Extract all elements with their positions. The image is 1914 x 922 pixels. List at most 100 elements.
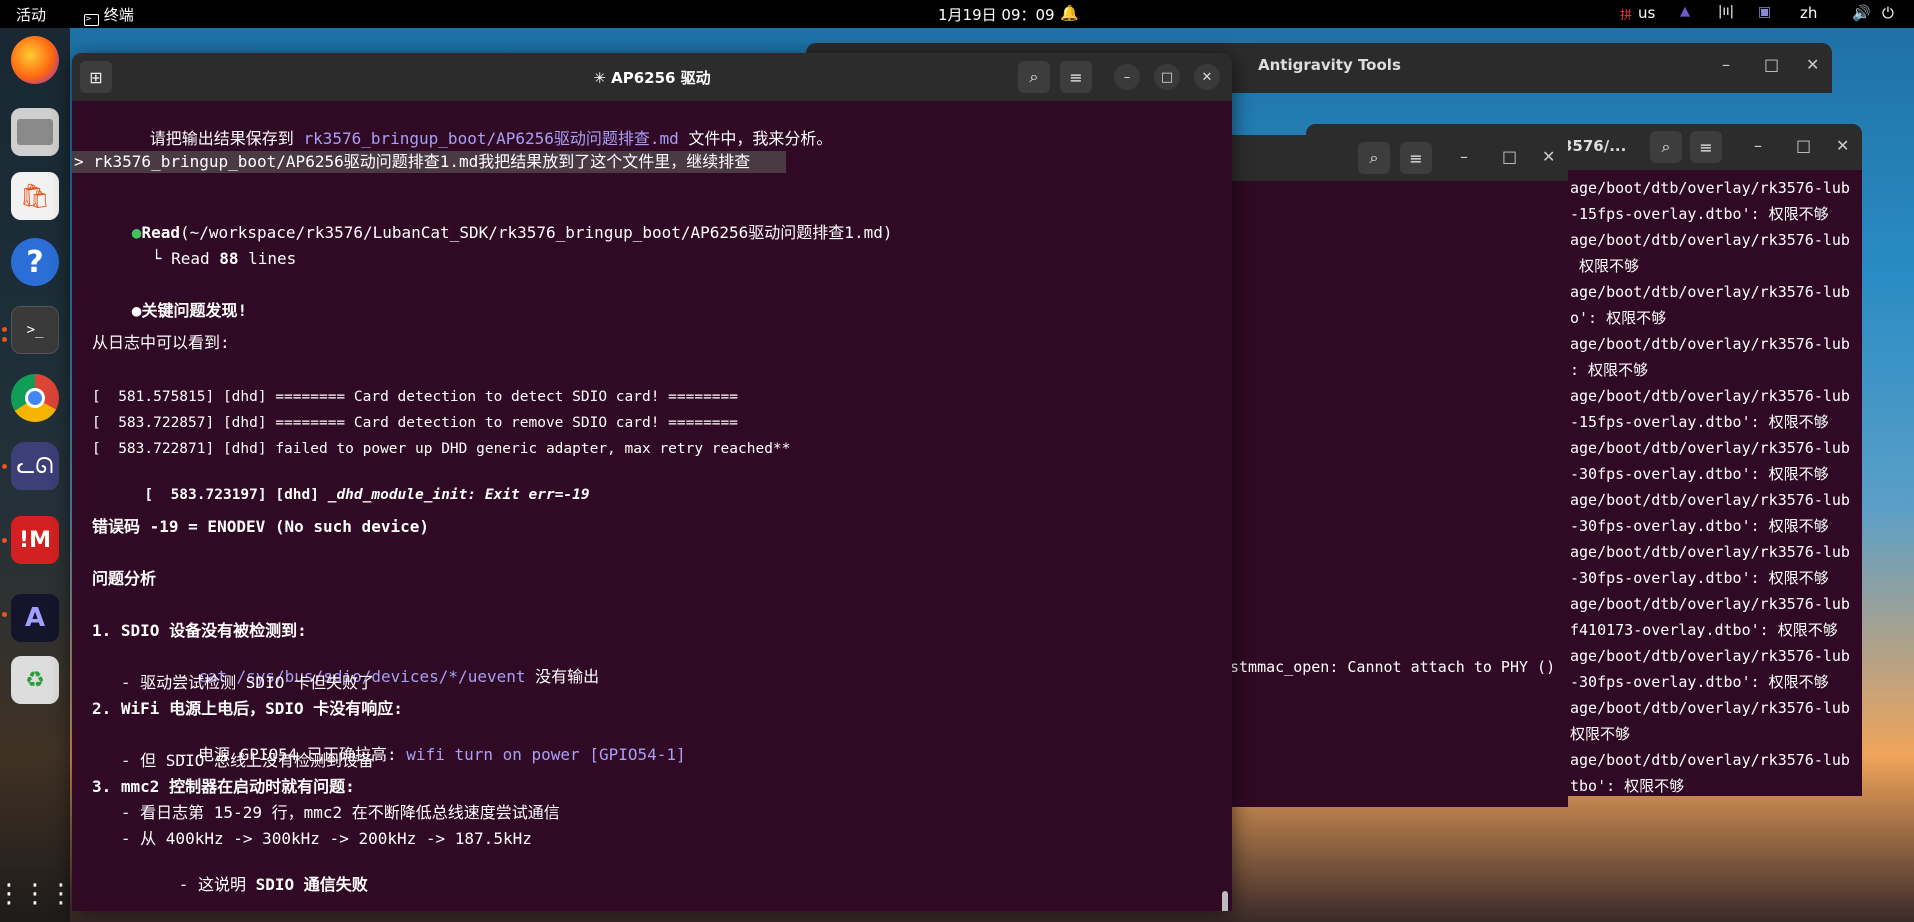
terminal-line: age/boot/dtb/overlay/rk3576-lub [1570, 543, 1850, 561]
window-title: Antigravity Tools [1258, 56, 1401, 74]
section-heading: 问题分析 [92, 569, 157, 588]
terminal-line: age/boot/dtb/overlay/rk3576-lub [1570, 387, 1850, 405]
terminal-line: 错误码 -19 = ENODEV (No such device) [92, 517, 429, 536]
log-snippet: wifi turn on power [GPIO54-1] [406, 745, 686, 764]
terminal-line: -30fps-overlay.dtbo': 权限不够 [1570, 569, 1829, 587]
terminal-line: 权限不够 [1570, 257, 1640, 275]
terminal-line: 3. mmc2 控制器在启动时就有问题: [92, 777, 355, 796]
window-title: ✳ AP6256 驱动 [593, 69, 711, 87]
system-monitor-icon[interactable]: |ıı| [1718, 4, 1734, 19]
search-icon[interactable]: ⌕ [1650, 131, 1682, 163]
text: 请把输出结果保存到 [149, 129, 304, 148]
software-store-icon[interactable]: 🛍 [11, 172, 59, 220]
terminal-app-icon[interactable]: >_ [11, 306, 59, 354]
text: lines [238, 249, 297, 268]
log-line: [ 583.722871] [dhd] failed to power up D… [92, 441, 791, 457]
terminal-line: 从日志中可以看到: [92, 333, 230, 352]
firefox-icon[interactable] [11, 36, 59, 84]
text: 没有输出 [525, 667, 600, 686]
close-icon[interactable]: ✕ [1194, 64, 1220, 90]
terminal-line: 2. WiFi 电源上电后，SDIO 卡没有响应: [92, 699, 403, 718]
line-count: 88 [219, 249, 239, 268]
maximize-icon[interactable]: □ [1796, 136, 1811, 155]
close-icon[interactable]: ✕ [1542, 147, 1555, 166]
terminal-line: ●关键问题发现! [74, 281, 247, 341]
terminal-line: 1. SDIO 设备没有被检测到: [92, 621, 307, 640]
app-menu[interactable]: > 终端 [84, 4, 134, 26]
volume-icon[interactable]: 🔊 [1852, 4, 1871, 22]
close-icon[interactable]: ✕ [1836, 136, 1849, 155]
menu-icon[interactable]: ≡ [1060, 61, 1092, 93]
clock[interactable]: 1月19日 09：09 [938, 4, 1055, 25]
window-title: 3576/... [1562, 137, 1627, 155]
maximize-icon[interactable]: □ [1502, 147, 1517, 166]
input-indicator-icon[interactable]: 拼 [1620, 6, 1632, 23]
terminal-line: age/boot/dtb/overlay/rk3576-lub [1570, 283, 1850, 301]
text: SDIO 通信失败 [255, 875, 368, 894]
search-icon[interactable]: ⌕ [1018, 61, 1050, 93]
maximize-icon[interactable]: □ [1764, 55, 1779, 74]
close-icon[interactable]: ✕ [1806, 55, 1819, 74]
trash-icon[interactable]: ♻ [11, 656, 59, 704]
terminal-line: age/boot/dtb/overlay/rk3576-lub [1570, 751, 1850, 769]
running-indicator [2, 337, 7, 342]
file-path: rk3576_bringup_boot/AP6256驱动问题排查.md [303, 129, 679, 148]
terminal-line: age/boot/dtb/overlay/rk3576-lub [1570, 647, 1850, 665]
terminal-line: stmmac_open: Cannot attach to PHY () [1230, 658, 1556, 676]
scrollbar-thumb[interactable] [1222, 891, 1228, 911]
minimize-icon[interactable]: – [1722, 55, 1730, 74]
top-bar: 活动 > 终端 1月19日 09：09 🔔 拼 us ▲ |ıı| ▣ zh 🔊… [0, 0, 1914, 28]
main-terminal-titlebar[interactable]: ⊞ ✳ AP6256 驱动 ⌕ ≡ – □ ✕ [72, 53, 1232, 101]
app-indicator-icon[interactable]: ▲ [1680, 4, 1690, 19]
terminal-line: -30fps-overlay.dtbo': 权限不够 [1570, 673, 1829, 691]
running-indicator [2, 538, 7, 543]
folder-shape [17, 119, 53, 145]
terminal-line: └ Read 88 lines [94, 229, 297, 289]
show-apps-icon[interactable]: ⋮⋮⋮ [0, 870, 74, 918]
minimize-icon[interactable]: – [1114, 64, 1140, 90]
minimize-icon[interactable]: – [1460, 147, 1468, 166]
search-icon[interactable]: ⌕ [1358, 142, 1390, 174]
terminal-line: age/boot/dtb/overlay/rk3576-lub [1570, 179, 1850, 197]
store-bag-shape: 🛍 [19, 182, 51, 210]
mail-app-icon[interactable]: !M [11, 516, 59, 564]
text: [ 583.723197] [dhd] [144, 487, 328, 503]
terminal-line: age/boot/dtb/overlay/rk3576-lub [1570, 595, 1850, 613]
help-icon[interactable]: ? [11, 238, 59, 286]
main-terminal-window[interactable]: ⊞ ✳ AP6256 驱动 ⌕ ≡ – □ ✕ 请把输出结果保存到 rk3576… [72, 53, 1232, 911]
log-line: [ 583.722857] [dhd] ======== Card detect… [92, 415, 739, 431]
power-icon[interactable]: ⏻ [1882, 4, 1894, 22]
activities-button[interactable]: 活动 [16, 4, 46, 25]
cat-app-icon[interactable]: ᓚᘏ [11, 442, 59, 490]
terminal-line: age/boot/dtb/overlay/rk3576-lub [1570, 335, 1850, 353]
heading: 关键问题发现! [141, 301, 248, 320]
terminal-line: -15fps-overlay.dtbo': 权限不够 [1570, 205, 1829, 223]
text: _dhd_module_init: Exit err=-19 [327, 487, 590, 503]
antigravity-icon[interactable]: A [11, 594, 59, 642]
menu-icon[interactable]: ≡ [1400, 142, 1432, 174]
terminal-line: -30fps-overlay.dtbo': 权限不够 [1570, 465, 1829, 483]
maximize-icon[interactable]: □ [1154, 64, 1180, 90]
menu-icon[interactable]: ≡ [1690, 131, 1722, 163]
running-indicator [2, 612, 7, 617]
terminal-prompt-glyph: >_ [26, 322, 44, 338]
terminal-line: - 看日志第 15-29 行，mmc2 在不断降低总线速度尝试通信 [92, 803, 560, 822]
text: 文件中，我来分析。 [678, 129, 833, 148]
terminal-output[interactable]: 请把输出结果保存到 rk3576_bringup_boot/AP6256驱动问题… [72, 101, 1232, 911]
tray-app-icon[interactable]: ▣ [1758, 4, 1771, 20]
terminal-line: age/boot/dtb/overlay/rk3576-lub [1570, 231, 1850, 249]
terminal-line: -15fps-overlay.dtbo': 权限不够 [1570, 413, 1829, 431]
terminal-line: f410173-overlay.dtbo': 权限不够 [1570, 621, 1838, 639]
do-not-disturb-icon[interactable]: 🔔 [1060, 4, 1079, 22]
terminal-line: - 从 400kHz -> 300kHz -> 200kHz -> 187.5k… [92, 829, 532, 848]
chrome-icon[interactable] [11, 374, 59, 422]
files-icon[interactable] [11, 108, 59, 156]
terminal-line: - 这说明 SDIO 通信失败 [92, 855, 368, 911]
language-indicator[interactable]: zh [1800, 4, 1817, 22]
keyboard-layout[interactable]: us [1638, 4, 1655, 22]
app-name: 终端 [103, 6, 134, 24]
minimize-icon[interactable]: – [1754, 136, 1762, 155]
terminal-line: age/boot/dtb/overlay/rk3576-lub [1570, 491, 1850, 509]
running-indicator [2, 327, 7, 332]
terminal-line: o': 权限不够 [1570, 309, 1667, 327]
